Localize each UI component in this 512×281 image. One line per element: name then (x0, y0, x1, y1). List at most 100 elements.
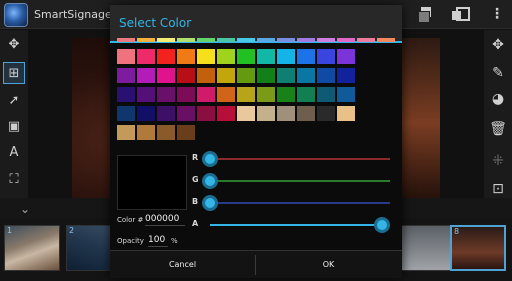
color-swatch[interactable] (197, 49, 215, 64)
color-swatch[interactable] (137, 38, 155, 42)
color-swatch[interactable] (157, 68, 175, 83)
color-swatch[interactable] (257, 106, 275, 121)
palette-icon[interactable]: ◕ (487, 88, 509, 110)
color-swatch[interactable] (137, 49, 155, 64)
add-box-icon[interactable]: ⊞ (3, 62, 25, 84)
color-swatch[interactable] (217, 49, 235, 64)
color-swatch[interactable] (277, 68, 295, 83)
move-icon[interactable]: ✥ (487, 34, 509, 56)
opacity-input[interactable] (148, 233, 168, 247)
dialog-title: Select Color (119, 16, 192, 30)
color-swatch[interactable] (317, 38, 335, 42)
color-swatch[interactable] (197, 87, 215, 102)
slider-track-a[interactable] (210, 224, 390, 226)
color-swatch[interactable] (117, 125, 135, 140)
layers-icon[interactable] (418, 7, 432, 23)
color-swatch[interactable] (157, 49, 175, 64)
color-swatch[interactable] (177, 49, 195, 64)
color-swatch[interactable] (117, 106, 135, 121)
slider-track-r[interactable] (210, 158, 390, 160)
color-swatch[interactable] (137, 106, 155, 121)
color-swatch[interactable] (237, 87, 255, 102)
color-swatch[interactable] (177, 87, 195, 102)
color-swatch[interactable] (257, 49, 275, 64)
color-swatch[interactable] (217, 87, 235, 102)
color-swatch[interactable] (157, 106, 175, 121)
color-swatch[interactable] (257, 68, 275, 83)
grid-icon[interactable]: ⁜ (487, 150, 509, 172)
color-swatch[interactable] (137, 125, 155, 140)
color-swatch[interactable] (317, 106, 335, 121)
slide-thumbnail[interactable] (398, 225, 454, 271)
color-swatch[interactable] (337, 68, 355, 83)
color-swatch[interactable] (117, 49, 135, 64)
color-hex-input[interactable] (145, 212, 185, 226)
color-swatch[interactable] (157, 87, 175, 102)
color-swatch[interactable] (297, 38, 315, 42)
slide-thumbnail-selected[interactable]: 8 (450, 225, 506, 271)
color-swatch[interactable] (257, 87, 275, 102)
trash-icon[interactable]: 🗑 (487, 118, 509, 140)
color-swatch[interactable] (117, 68, 135, 83)
color-swatch[interactable] (357, 38, 375, 42)
cancel-button[interactable]: Cancel (110, 251, 255, 278)
color-swatch[interactable] (337, 49, 355, 64)
pointer-add-icon[interactable]: ➚ (3, 90, 25, 112)
color-swatch[interactable] (177, 68, 195, 83)
color-swatch[interactable] (197, 68, 215, 83)
color-swatch[interactable] (237, 106, 255, 121)
color-swatch[interactable] (277, 106, 295, 121)
color-swatch[interactable] (297, 68, 315, 83)
color-swatch[interactable] (297, 87, 315, 102)
chevron-down-icon[interactable]: ⌄ (20, 202, 30, 216)
color-swatch[interactable] (177, 38, 195, 42)
slider-track-b[interactable] (210, 202, 390, 204)
layers-outline-icon[interactable] (452, 7, 470, 21)
color-swatch[interactable] (157, 125, 175, 140)
color-swatch[interactable] (217, 68, 235, 83)
color-swatch[interactable] (237, 68, 255, 83)
color-swatch[interactable] (237, 49, 255, 64)
color-swatch[interactable] (337, 106, 355, 121)
color-swatch[interactable] (217, 106, 235, 121)
color-swatch[interactable] (377, 38, 395, 42)
color-swatch[interactable] (177, 125, 195, 140)
fit-icon[interactable]: ⛶ (3, 169, 25, 191)
color-swatch[interactable] (337, 87, 355, 102)
ok-button[interactable]: OK (256, 251, 401, 278)
color-swatch[interactable] (317, 87, 335, 102)
color-swatch[interactable] (297, 49, 315, 64)
more-icon[interactable]: ⋮ (490, 7, 504, 21)
pencil-icon[interactable]: ✎ (487, 62, 509, 84)
color-swatch[interactable] (177, 106, 195, 121)
move-icon[interactable]: ✥ (3, 34, 25, 56)
color-swatch[interactable] (257, 38, 275, 42)
color-swatch[interactable] (157, 38, 175, 42)
color-swatch[interactable] (197, 38, 215, 42)
slider-label-a: A (192, 219, 199, 228)
color-swatch[interactable] (117, 38, 135, 42)
slider-track-g[interactable] (210, 180, 390, 182)
color-swatch[interactable] (297, 106, 315, 121)
color-swatch[interactable] (337, 38, 355, 42)
color-swatch[interactable] (317, 68, 335, 83)
slider-thumb-b[interactable] (202, 195, 218, 211)
color-swatch[interactable] (277, 38, 295, 42)
color-swatch[interactable] (117, 87, 135, 102)
text-add-icon[interactable]: A (3, 142, 25, 164)
color-swatch[interactable] (317, 49, 335, 64)
select-icon[interactable]: ⊡ (487, 178, 509, 200)
color-swatch[interactable] (277, 87, 295, 102)
left-toolbar: ✥ ⊞ ➚ ▣ A ⛶ (0, 30, 28, 198)
color-swatch[interactable] (137, 87, 155, 102)
slide-thumbnail[interactable]: 1 (4, 225, 60, 271)
color-swatch[interactable] (237, 38, 255, 42)
color-swatch[interactable] (217, 38, 235, 42)
color-swatch[interactable] (137, 68, 155, 83)
slider-thumb-a[interactable] (374, 217, 390, 233)
slider-thumb-r[interactable] (202, 151, 218, 167)
slider-thumb-g[interactable] (202, 173, 218, 189)
color-swatch[interactable] (277, 49, 295, 64)
color-swatch[interactable] (197, 106, 215, 121)
image-add-icon[interactable]: ▣ (3, 116, 25, 138)
